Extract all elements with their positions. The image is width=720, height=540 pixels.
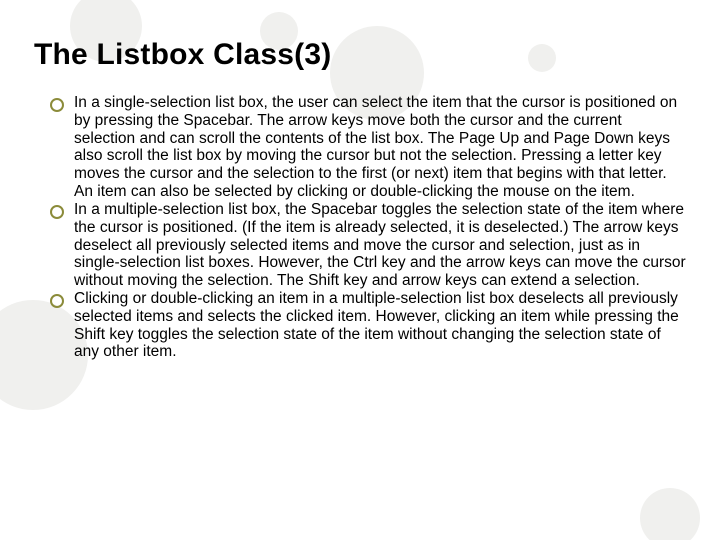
bullet-list: In a single-selection list box, the user…: [34, 94, 686, 361]
bullet-item: In a single-selection list box, the user…: [46, 94, 686, 201]
decor-circle: [640, 488, 700, 540]
slide-content: The Listbox Class(3) In a single-selecti…: [0, 0, 720, 381]
bullet-item: In a multiple-selection list box, the Sp…: [46, 201, 686, 290]
bullet-item: Clicking or double-clicking an item in a…: [46, 290, 686, 361]
slide-title: The Listbox Class(3): [34, 38, 686, 72]
